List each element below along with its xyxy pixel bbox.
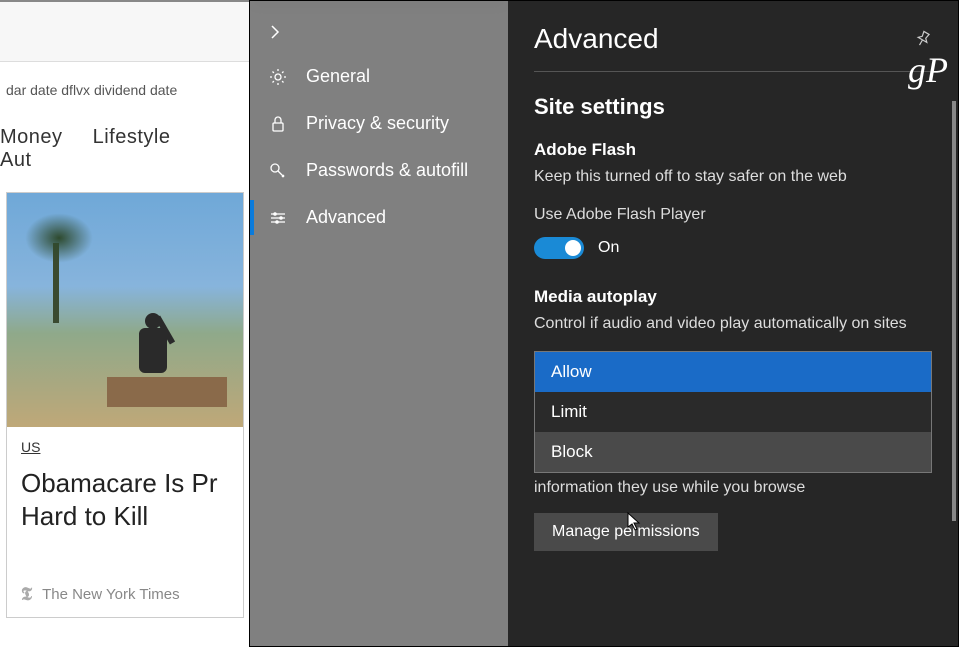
background-webpage: dar date dflvx dividend date Money Lifes…: [0, 0, 250, 647]
menu-item-advanced[interactable]: Advanced: [250, 194, 508, 241]
menu-item-privacy[interactable]: Privacy & security: [250, 100, 508, 147]
lock-icon: [268, 114, 288, 134]
site-nav: Money Lifestyle Aut: [0, 108, 250, 188]
autoplay-description: Control if audio and video play automati…: [534, 313, 932, 335]
settings-panel: Advanced gP Site settings Adobe Flash Ke…: [508, 1, 958, 646]
menu-label: Privacy & security: [306, 113, 449, 134]
scrollbar-thumb[interactable]: [952, 101, 956, 521]
section-site-settings: Site settings: [534, 94, 932, 120]
news-category[interactable]: US: [21, 439, 40, 455]
flash-toggle-state: On: [598, 239, 619, 257]
flash-toggle-label: Use Adobe Flash Player: [534, 204, 932, 226]
chevron-right-icon: [268, 25, 282, 39]
news-source: 𝕿 The New York Times: [21, 584, 229, 605]
sliders-icon: [268, 208, 288, 228]
menu-item-general[interactable]: General: [250, 53, 508, 100]
flash-heading: Adobe Flash: [534, 140, 932, 160]
settings-menu: General Privacy & security Passwords & a…: [250, 1, 508, 646]
autoplay-heading: Media autoplay: [534, 287, 932, 307]
dropdown-option-block[interactable]: Block: [535, 432, 931, 472]
flash-description: Keep this turned off to stay safer on th…: [534, 166, 932, 188]
news-card[interactable]: US Obamacare Is PrHard to Kill 𝕿 The New…: [6, 192, 244, 618]
gear-icon: [268, 67, 288, 87]
menu-item-passwords[interactable]: Passwords & autofill: [250, 147, 508, 194]
nav-money[interactable]: Money: [0, 126, 63, 148]
settings-overlay: General Privacy & security Passwords & a…: [249, 0, 959, 647]
pin-icon[interactable]: [914, 30, 932, 48]
manage-permissions-button[interactable]: Manage permissions: [534, 513, 718, 551]
key-icon: [268, 161, 288, 181]
address-bar-area: [0, 2, 250, 62]
dropdown-list: Allow Limit Block: [534, 351, 932, 473]
settings-title: Advanced: [534, 23, 659, 55]
nav-autos[interactable]: Aut: [0, 149, 32, 171]
news-card-image: [7, 193, 243, 427]
nav-lifestyle[interactable]: Lifestyle: [93, 126, 171, 148]
menu-label: Advanced: [306, 207, 386, 228]
news-headline[interactable]: Obamacare Is PrHard to Kill: [21, 467, 229, 532]
watermark-logo: gP: [908, 49, 948, 91]
mouse-cursor: [627, 512, 643, 532]
flash-toggle[interactable]: [534, 237, 584, 259]
suggestion-tags: dar date dflvx dividend date: [0, 62, 250, 108]
dropdown-option-limit[interactable]: Limit: [535, 392, 931, 432]
dropdown-option-allow[interactable]: Allow: [535, 352, 931, 392]
back-button[interactable]: [250, 19, 508, 53]
autoplay-dropdown[interactable]: Allow Limit Block: [534, 351, 932, 473]
nyt-icon: 𝕿: [21, 584, 32, 605]
partially-hidden-text: information they use while you browse: [534, 479, 932, 497]
menu-label: Passwords & autofill: [306, 160, 468, 181]
menu-label: General: [306, 66, 370, 87]
